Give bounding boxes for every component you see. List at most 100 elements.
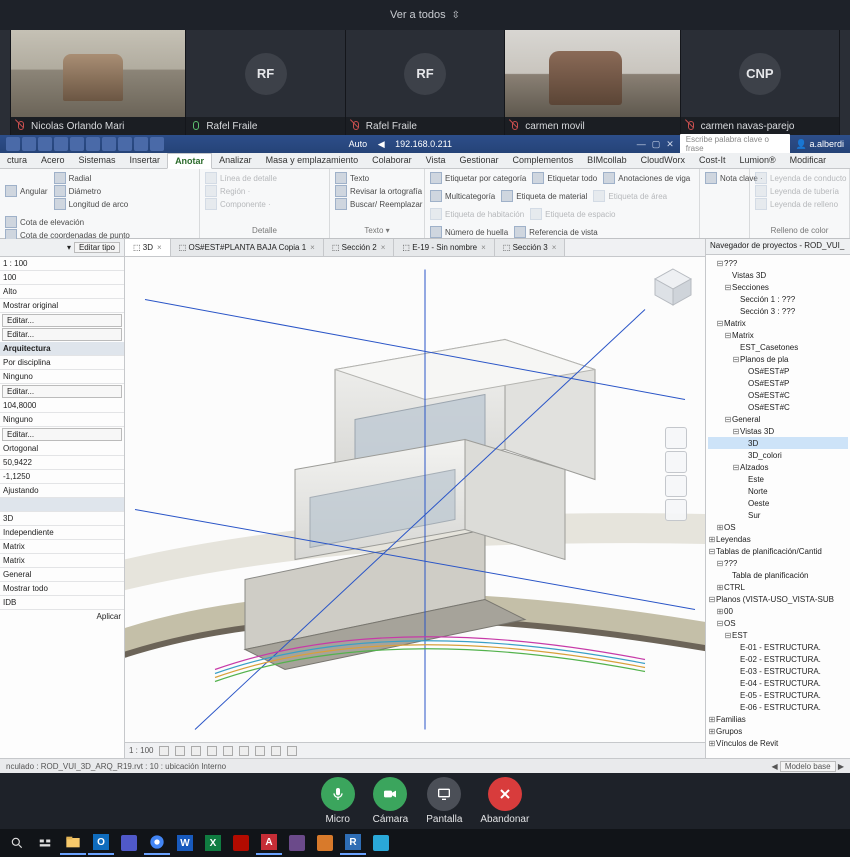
viewbar-button[interactable]	[175, 746, 185, 756]
tree-node[interactable]: ⊟Matrix	[708, 329, 848, 341]
ribbon-tab[interactable]: Vista	[419, 153, 453, 168]
minimize-icon[interactable]: —	[637, 139, 646, 149]
taskbar-acrobat-icon[interactable]	[228, 831, 254, 855]
tree-node[interactable]: ⊟Alzados	[708, 461, 848, 473]
view-tab[interactable]: ⬚ Sección 2×	[324, 239, 395, 256]
viewbar-button[interactable]	[159, 746, 169, 756]
ribbon-tab[interactable]: Cost-It	[692, 153, 733, 168]
property-row[interactable]: Ninguno	[0, 413, 124, 427]
ribbon-item[interactable]: Etiquetar todo	[532, 172, 597, 184]
property-row[interactable]: Ajustando	[0, 484, 124, 498]
tree-node[interactable]: ⊟Tablas de planificación/Cantid	[708, 545, 848, 557]
tree-node[interactable]: E-06 - ESTRUCTURA.	[708, 701, 848, 713]
nav-pan-button[interactable]	[665, 451, 687, 473]
ribbon-item[interactable]: Longitud de arco	[54, 198, 129, 210]
ribbon-item-angular[interactable]: Angular	[5, 172, 48, 210]
taskbar-app-icon[interactable]	[312, 831, 338, 855]
tree-node[interactable]: ⊟???	[708, 557, 848, 569]
tree-node[interactable]: Sección 3 : ???	[708, 305, 848, 317]
viewbar-button[interactable]	[191, 746, 201, 756]
taskbar-photos-icon[interactable]	[368, 831, 394, 855]
taskbar-teams-icon[interactable]	[116, 831, 142, 855]
search-input[interactable]: Escribe palabra clave o frase	[680, 134, 790, 154]
tree-node[interactable]: ⊞Vínculos de Revit	[708, 737, 848, 749]
taskbar-search-icon[interactable]	[4, 831, 30, 855]
tree-node[interactable]: E-02 - ESTRUCTURA.	[708, 653, 848, 665]
tree-node[interactable]: ⊟Planos de pla	[708, 353, 848, 365]
qat-button[interactable]	[38, 137, 52, 151]
view-scale[interactable]: 1 : 100	[129, 746, 153, 755]
qat-button[interactable]	[86, 137, 100, 151]
property-row[interactable]: 50,9422	[0, 456, 124, 470]
tree-node[interactable]: Norte	[708, 485, 848, 497]
leave-button[interactable]: Abandonar	[480, 777, 529, 825]
qat-button[interactable]	[134, 137, 148, 151]
property-row[interactable]: 100	[0, 271, 124, 285]
maximize-icon[interactable]: ▢	[652, 139, 661, 150]
edit-button[interactable]: Editar...	[2, 314, 122, 327]
tree-node[interactable]: Vistas 3D	[708, 269, 848, 281]
ribbon-tab[interactable]: Colaborar	[365, 153, 419, 168]
qat-button[interactable]	[150, 137, 164, 151]
qat-button[interactable]	[6, 137, 20, 151]
property-row[interactable]: Arquitectura	[0, 342, 124, 356]
tree-node[interactable]: 3D	[708, 437, 848, 449]
participant-cell[interactable]: RF Rafel Fraile	[186, 30, 344, 135]
ribbon-tab[interactable]: Analizar	[212, 153, 259, 168]
ribbon-tab[interactable]: ctura	[0, 153, 34, 168]
property-row[interactable]: Ortogonal	[0, 442, 124, 456]
property-row[interactable]: 1 : 100	[0, 257, 124, 271]
nav-wheel-button[interactable]	[665, 427, 687, 449]
user-menu[interactable]: 👤 a.alberdi	[796, 139, 844, 150]
tree-node[interactable]: OS#EST#C	[708, 389, 848, 401]
tree-node[interactable]: Este	[708, 473, 848, 485]
viewbar-button[interactable]	[223, 746, 233, 756]
ribbon-item[interactable]: Texto	[335, 172, 422, 184]
model-selector[interactable]: Modelo base	[780, 761, 836, 772]
close-tab-icon[interactable]: ×	[310, 243, 315, 252]
tree-node[interactable]: ⊟Vistas 3D	[708, 425, 848, 437]
tree-node[interactable]: Sur	[708, 509, 848, 521]
tree-node[interactable]: 3D_colori	[708, 449, 848, 461]
viewbar-button[interactable]	[271, 746, 281, 756]
ribbon-item[interactable]: Referencia de vista	[514, 226, 597, 238]
ribbon-tab[interactable]: CloudWorx	[634, 153, 692, 168]
property-row[interactable]: Ninguno	[0, 370, 124, 384]
view-tab[interactable]: ⬚ Sección 3×	[495, 239, 566, 256]
ribbon-item[interactable]: Diámetro	[54, 185, 129, 197]
screen-share-button[interactable]: Pantalla	[426, 777, 462, 825]
nav-orbit-button[interactable]	[665, 499, 687, 521]
tree-node[interactable]: ⊟???	[708, 257, 848, 269]
tree-node[interactable]: ⊞Leyendas	[708, 533, 848, 545]
tree-node[interactable]: OS#EST#C	[708, 401, 848, 413]
property-row[interactable]: Matrix	[0, 540, 124, 554]
tree-node[interactable]: OS#EST#P	[708, 377, 848, 389]
taskbar-app-icon[interactable]	[284, 831, 310, 855]
tree-node[interactable]: ⊟EST	[708, 629, 848, 641]
model-view[interactable]	[125, 257, 705, 742]
tree-node[interactable]: ⊞CTRL	[708, 581, 848, 593]
tree-node[interactable]: E-04 - ESTRUCTURA.	[708, 677, 848, 689]
close-icon[interactable]: ✕	[666, 139, 674, 150]
ribbon-tab[interactable]: BIMcollab	[580, 153, 634, 168]
property-row[interactable]: Matrix	[0, 554, 124, 568]
qat-button[interactable]	[118, 137, 132, 151]
ribbon-tab[interactable]: Anotar	[167, 153, 212, 169]
chevron-updown-icon[interactable]: ⇳	[452, 10, 460, 21]
edit-button[interactable]: Editar...	[2, 328, 122, 341]
tree-node[interactable]: Sección 1 : ???	[708, 293, 848, 305]
tree-node[interactable]: E-01 - ESTRUCTURA.	[708, 641, 848, 653]
close-tab-icon[interactable]: ×	[157, 243, 162, 252]
edit-type-button[interactable]: Editar tipo	[74, 242, 120, 253]
view-all-label[interactable]: Ver a todos	[390, 9, 446, 21]
tree-node[interactable]: ⊟Secciones	[708, 281, 848, 293]
qat-button[interactable]	[70, 137, 84, 151]
taskbar-outlook-icon[interactable]: O	[88, 831, 114, 855]
ribbon-tab[interactable]: Masa y emplazamiento	[259, 153, 366, 168]
ribbon-item[interactable]: Radial	[54, 172, 129, 184]
edit-button[interactable]: Editar...	[2, 428, 122, 441]
property-row[interactable]	[0, 498, 124, 512]
camera-button[interactable]: Cámara	[373, 777, 409, 825]
ribbon-item[interactable]: Anotaciones de viga	[603, 172, 690, 184]
tree-node[interactable]: ⊞Familias	[708, 713, 848, 725]
